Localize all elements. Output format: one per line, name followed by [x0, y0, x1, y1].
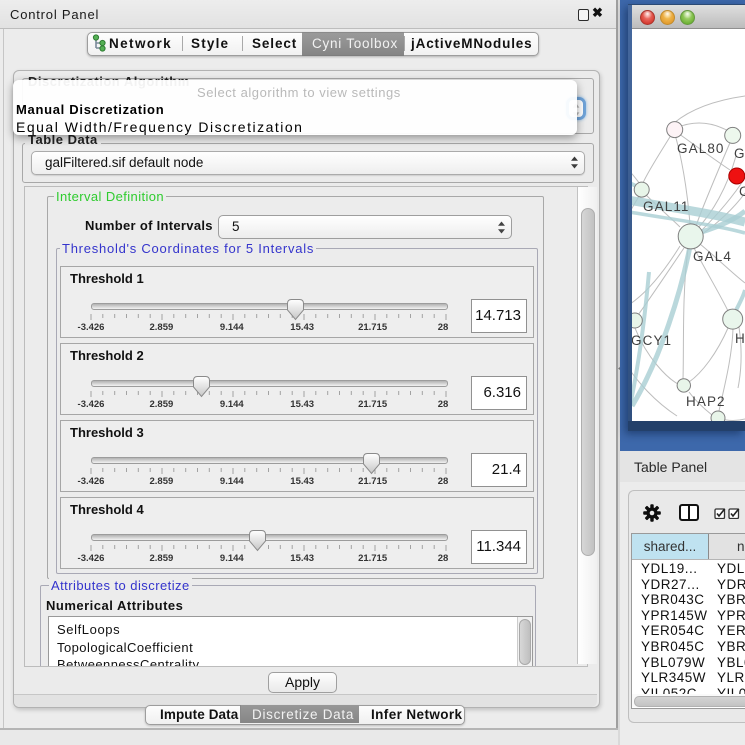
- svg-text:GAL4: GAL4: [693, 249, 732, 264]
- svg-text:GAL11: GAL11: [643, 199, 690, 214]
- svg-text:G.: G.: [734, 146, 745, 161]
- svg-text:GCY1: GCY1: [632, 333, 672, 348]
- svg-text:GAL80: GAL80: [677, 141, 725, 156]
- svg-text:HAP2: HAP2: [686, 394, 726, 409]
- svg-text:C: C: [739, 184, 745, 199]
- svg-text:H: H: [735, 331, 745, 346]
